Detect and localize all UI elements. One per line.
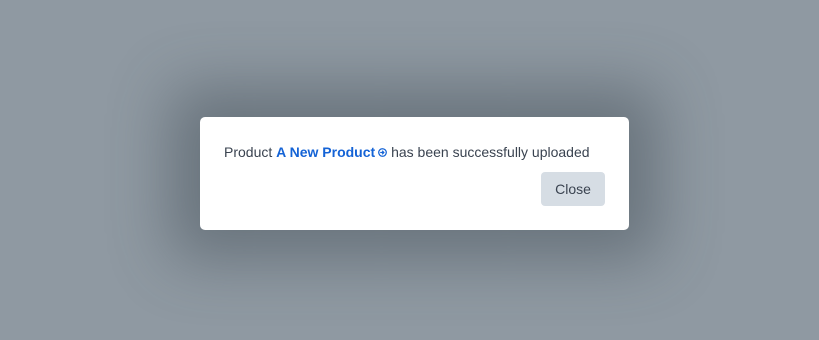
message-prefix: Product <box>224 144 277 160</box>
product-name: A New Product <box>276 144 376 160</box>
dialog-message: Product A New Product has been successfu… <box>224 143 590 161</box>
message-suffix: has been successfully uploaded <box>387 144 590 160</box>
close-button[interactable]: Close <box>541 172 605 206</box>
product-link[interactable]: A New Product <box>276 144 388 160</box>
arrow-circle-right-icon <box>378 148 388 157</box>
upload-success-dialog: Product A New Product has been successfu… <box>200 117 629 230</box>
